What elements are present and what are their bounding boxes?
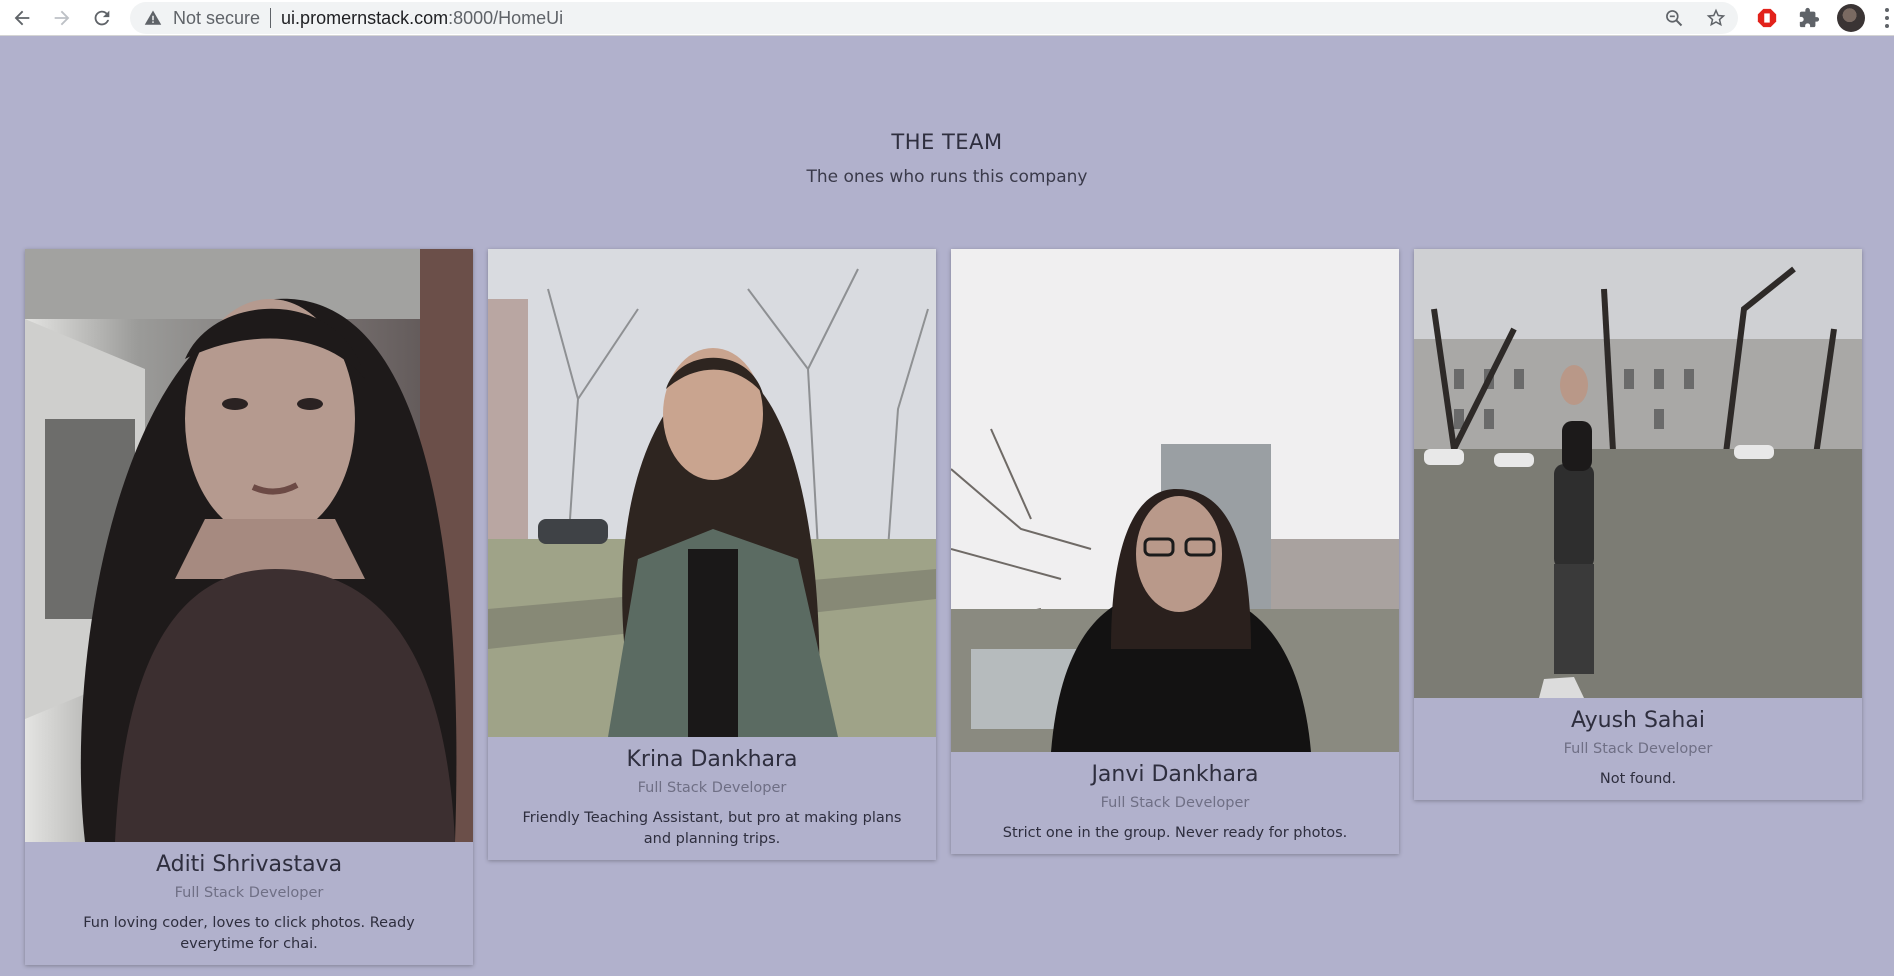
avatar [1837, 4, 1865, 32]
browser-menu-icon[interactable] [1882, 4, 1892, 32]
page-title: THE TEAM [891, 130, 1003, 154]
forward-icon[interactable] [48, 4, 76, 32]
extensions-puzzle-icon[interactable] [1794, 3, 1824, 33]
member-role: Full Stack Developer [1100, 795, 1250, 811]
team-card-janvi: Janvi Dankhara Full Stack Developer Stri… [951, 249, 1399, 854]
team-card-ayush: Ayush Sahai Full Stack Developer Not fou… [1414, 249, 1862, 800]
member-description: Friendly Teaching Assistant, but pro at … [522, 810, 902, 847]
browser-toolbar: Not secure ui.promernstack.com:8000/Home… [0, 0, 1894, 36]
member-description: Not found. [1599, 771, 1677, 787]
page-subtitle: The ones who runs this company [806, 167, 1088, 187]
bookmark-star-icon[interactable] [1704, 6, 1728, 30]
warning-icon [144, 10, 162, 25]
address-bar[interactable]: Not secure ui.promernstack.com:8000/Home… [130, 2, 1738, 34]
member-description: Fun loving coder, loves to click photos.… [83, 915, 415, 952]
team-photo-janvi [951, 249, 1399, 752]
team-photo-ayush [1414, 249, 1862, 698]
zoom-out-icon[interactable] [1662, 6, 1686, 30]
adblock-extension-icon[interactable] [1752, 3, 1782, 33]
reload-icon[interactable] [88, 4, 116, 32]
back-icon[interactable] [8, 4, 36, 32]
url-host: ui.promernstack.com [281, 7, 449, 28]
member-role: Full Stack Developer [637, 780, 787, 796]
team-card-krina: Krina Dankhara Full Stack Developer Frie… [488, 249, 936, 860]
team-photo-krina [488, 249, 936, 737]
security-status[interactable]: Not secure [173, 8, 260, 29]
member-role: Full Stack Developer [174, 885, 324, 901]
member-name: Krina Dankhara [626, 747, 798, 772]
member-role: Full Stack Developer [1563, 741, 1713, 757]
member-description: Strict one in the group. Never ready for… [1002, 825, 1348, 841]
member-name: Aditi Shrivastava [155, 852, 343, 877]
url-text[interactable]: ui.promernstack.com:8000/HomeUi [281, 8, 563, 29]
divider [270, 8, 272, 28]
member-name: Janvi Dankhara [1091, 762, 1259, 787]
url-path: :8000/HomeUi [448, 7, 564, 28]
profile-avatar[interactable] [1836, 3, 1866, 33]
team-photo-aditi [25, 249, 473, 842]
team-card-aditi: Aditi Shrivastava Full Stack Developer F… [25, 249, 473, 965]
member-name: Ayush Sahai [1571, 708, 1705, 733]
